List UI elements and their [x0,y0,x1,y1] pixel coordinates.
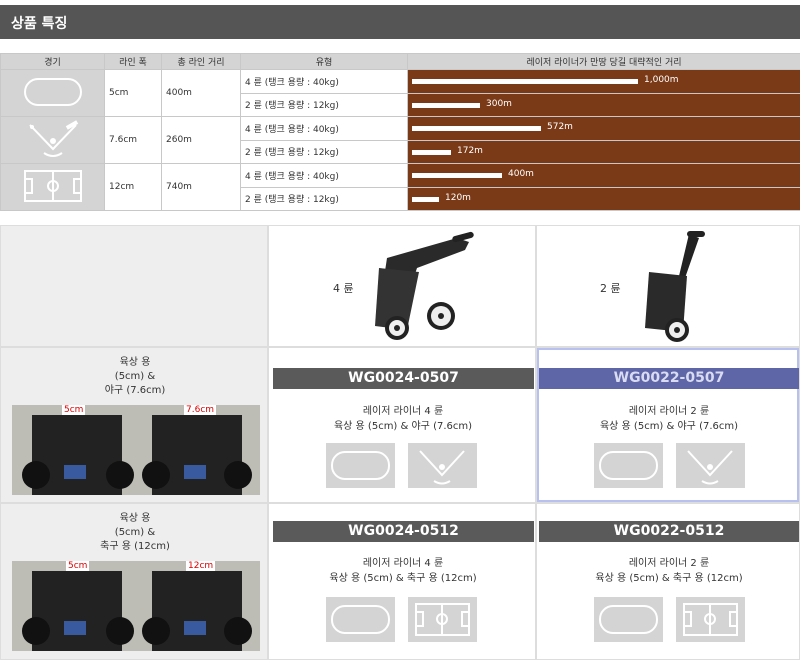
range-value: 300m [486,98,512,109]
soccer-field-icon [676,597,745,642]
col-header: 총 라인 거리 [161,53,241,70]
table-row: 12cm 740m 4 륜 (탱크 용량 : 40kg) 400m [0,163,800,211]
range-bar: 400m [407,163,800,188]
col-header: 라인 폭 [104,53,162,70]
range-value: 400m [508,169,534,179]
table-row: 5cm 400m 4 륜 (탱크 용량 : 40kg) 1,000m [0,69,800,117]
col-header-4wheel: 4 륜 [268,225,536,347]
model-number[interactable]: WG0024-0507 [273,368,534,389]
range-bar: 572m [407,116,800,141]
product-card-selected[interactable]: WG0022-0507 레이저 라이너 2 륜 육상 용 (5cm) & 야구 … [536,347,800,503]
type-cell: 2 륜 (탱크 용량 : 12kg) [240,92,408,117]
category-line: 육상 용 [119,513,151,524]
track-icon [326,443,395,488]
baseball-field-icon [676,443,745,488]
category-line: (5cm) & [114,527,156,538]
category-line: 야구 (7.6cm) [104,385,166,396]
range-bar: 1,000m [407,69,800,94]
line-distance: 260m [161,116,241,164]
liner-photo: 5cm 7.6cm [12,405,260,495]
track-icon [326,597,395,642]
4wheel-liner-image [375,231,474,340]
line-width: 5cm [104,69,162,117]
product-desc: 레이저 라이너 2 륜 육상 용 (5cm) & 축구 용 (12cm) [537,556,800,586]
product-desc: 레이저 라이너 4 륜 육상 용 (5cm) & 축구 용 (12cm) [269,556,537,586]
range-bar: 172m [407,139,800,164]
desc-line: 레이저 라이너 4 륜 [362,558,444,569]
col-header-2wheel: 2 륜 [536,225,800,347]
category-label: 육상 용 (5cm) & 야구 (7.6cm) [1,356,269,398]
range-value: 120m [445,192,471,203]
product-grid: 4 륜 2 륜 육상 용 (5cm) & 야구 (7.6cm) 5cm 7.6c… [0,225,800,660]
category-label: 육상 용 (5cm) & 축구 용 (12cm) [1,512,269,554]
track-icon [0,69,105,117]
product-desc: 레이저 라이너 4 륜 육상 용 (5cm) & 야구 (7.6cm) [269,404,537,434]
desc-line: 육상 용 (5cm) & 야구 (7.6cm) [333,421,473,432]
line-distance: 740m [161,163,241,211]
type-cell: 2 륜 (탱크 용량 : 12kg) [240,186,408,211]
line-width: 12cm [104,163,162,211]
grid-corner [0,225,268,347]
model-number[interactable]: WG0022-0507 [539,368,799,389]
section-title: 상품 특징 [11,16,68,32]
range-value: 572m [547,122,573,132]
product-card[interactable]: WG0024-0512 레이저 라이너 4 륜 육상 용 (5cm) & 축구 … [268,503,536,660]
line-distance: 400m [161,69,241,117]
desc-line: 레이저 라이너 2 륜 [628,406,710,417]
soccer-field-icon [408,597,477,642]
product-card[interactable]: WG0024-0507 레이저 라이너 4 륜 육상 용 (5cm) & 야구 … [268,347,536,503]
desc-line: 육상 용 (5cm) & 야구 (7.6cm) [599,421,739,432]
photo-label: 7.6cm [184,405,217,415]
col-label: 2 륜 [600,282,621,295]
model-number[interactable]: WG0022-0512 [539,521,799,542]
section-header: 상품 특징 [0,5,800,39]
range-value: 172m [457,145,483,156]
baseball-field-icon [0,116,105,164]
model-number[interactable]: WG0024-0512 [273,521,534,542]
col-header: 레이저 라이너가 만땅 당길 대략적인 거리 [407,53,800,70]
track-icon [594,443,663,488]
2wheel-liner-image [645,231,705,342]
baseball-field-icon [408,443,477,488]
line-width: 7.6cm [104,116,162,164]
photo-label: 5cm [66,561,90,571]
col-label: 4 륜 [333,282,354,295]
category-line: 축구 용 (12cm) [100,541,170,552]
product-card[interactable]: WG0022-0512 레이저 라이너 2 륜 육상 용 (5cm) & 축구 … [536,503,800,660]
category-cell: 육상 용 (5cm) & 야구 (7.6cm) 5cm 7.6cm [0,347,268,503]
category-cell: 육상 용 (5cm) & 축구 용 (12cm) 5cm 12cm [0,503,268,660]
type-cell: 4 륜 (탱크 용량 : 40kg) [240,69,408,94]
type-cell: 4 륜 (탱크 용량 : 40kg) [240,116,408,141]
photo-label: 5cm [62,405,86,415]
photo-label: 12cm [186,561,216,571]
desc-line: 육상 용 (5cm) & 축구 용 (12cm) [329,573,477,584]
col-header: 경기 [0,53,105,70]
table-row: 7.6cm 260m 4 륜 (탱크 용량 : 40kg) 572m [0,116,800,164]
type-cell: 4 륜 (탱크 용량 : 40kg) [240,163,408,188]
desc-line: 레이저 라이너 2 륜 [628,558,710,569]
range-bar: 300m [407,92,800,117]
type-cell: 2 륜 (탱크 용량 : 12kg) [240,139,408,164]
category-line: 육상 용 [119,357,151,368]
desc-line: 육상 용 (5cm) & 축구 용 (12cm) [595,573,743,584]
liner-photo: 5cm 12cm [12,561,260,651]
desc-line: 레이저 라이너 4 륜 [362,406,444,417]
category-line: (5cm) & [114,371,156,382]
soccer-field-icon [0,163,105,211]
col-header: 유형 [240,53,408,70]
product-desc: 레이저 라이너 2 륜 육상 용 (5cm) & 야구 (7.6cm) [537,404,800,434]
spec-table: 경기 라인 폭 총 라인 거리 유형 레이저 라이너가 만땅 당길 대략적인 거… [0,53,800,211]
spec-header-row: 경기 라인 폭 총 라인 거리 유형 레이저 라이너가 만땅 당길 대략적인 거… [0,53,800,70]
range-bar: 120m [407,186,800,211]
track-icon [594,597,663,642]
range-value: 1,000m [644,75,679,85]
